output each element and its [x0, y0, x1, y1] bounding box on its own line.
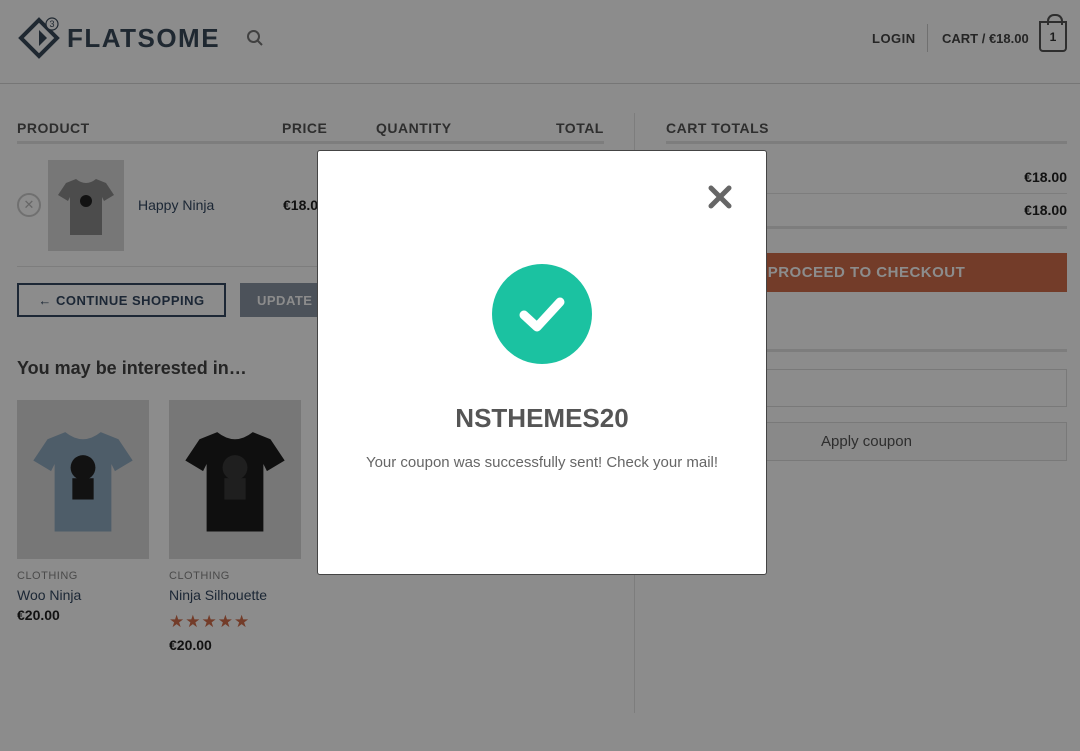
- coupon-code: NSTHEMES20: [455, 403, 629, 433]
- close-icon[interactable]: [706, 183, 734, 211]
- coupon-success-message: Your coupon was successfully sent! Check…: [365, 454, 719, 471]
- checkmark-icon: [492, 264, 592, 364]
- coupon-modal: NSTHEMES20 Your coupon was successfully …: [317, 150, 767, 575]
